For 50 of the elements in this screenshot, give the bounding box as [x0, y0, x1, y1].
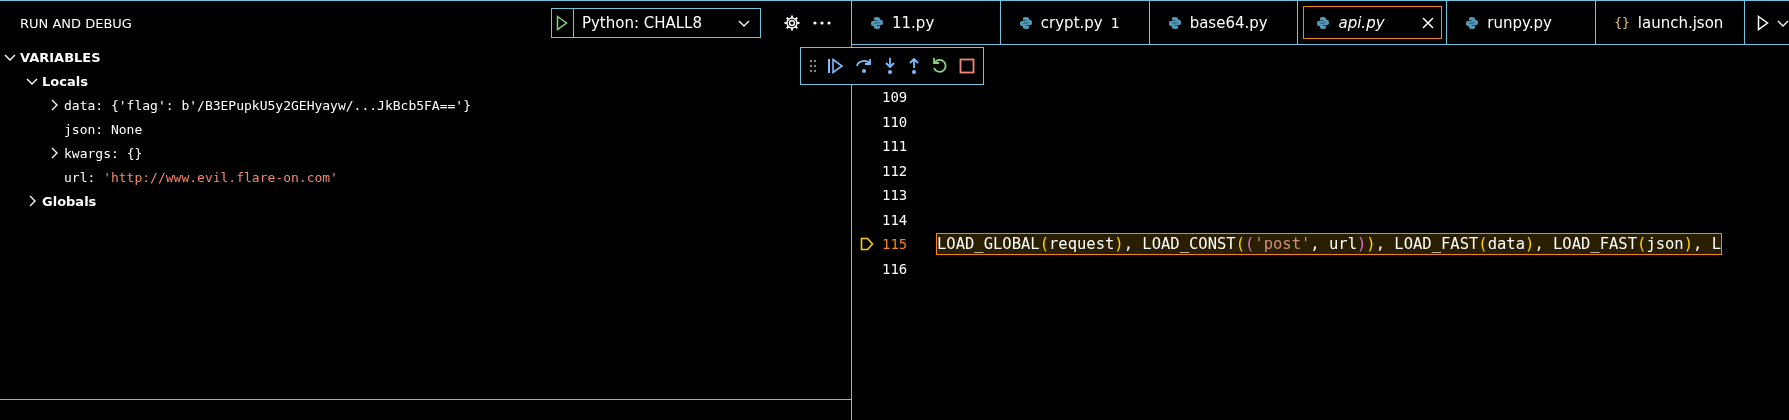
ellipsis-icon: [813, 21, 831, 25]
current-line-pointer-icon: [860, 237, 874, 252]
step-out-button[interactable]: [907, 57, 921, 75]
step-over-icon: [855, 57, 873, 75]
restart-button[interactable]: [931, 57, 949, 75]
python-file-icon: [1465, 15, 1480, 30]
problem-count: 1: [1110, 14, 1120, 31]
json-file-icon: {}: [1614, 15, 1630, 30]
close-icon: [1422, 16, 1435, 29]
editor-tab[interactable]: crypt.py 1: [1000, 1, 1150, 44]
line-number: 109: [882, 89, 909, 106]
line-number: 114: [882, 211, 909, 228]
line-number: 112: [882, 162, 909, 179]
variable-entry: url: 'http://www.evil.flare-on.com': [64, 169, 338, 185]
variable-entry: kwargs: {}: [64, 145, 143, 161]
variable-entry: data: {'flag': b'/B3EPupkU5y2GEHyayw/...JkBcb5FA=='}: [64, 97, 471, 113]
stop-button[interactable]: [959, 58, 975, 74]
drag-handle-icon[interactable]: [809, 59, 817, 73]
arrow-down-icon: [883, 57, 897, 75]
variable-entry: json: None: [64, 121, 143, 137]
python-file-icon: [1018, 15, 1033, 30]
more-actions-button[interactable]: [811, 19, 833, 27]
settings-icon: [783, 14, 801, 32]
continue-icon: [827, 58, 845, 74]
editor-tab[interactable]: {} launch.json: [1596, 1, 1745, 44]
step-into-button[interactable]: [883, 57, 897, 75]
line-number: 116: [882, 260, 909, 277]
line-number: 111: [882, 138, 909, 155]
editor-tab[interactable]: base64.py: [1149, 1, 1299, 44]
line-number: 113: [882, 187, 909, 204]
editor-tab[interactable]: api.py: [1298, 1, 1448, 44]
close-tab-button[interactable]: [1422, 16, 1435, 29]
editor-tab[interactable]: 11.py: [852, 1, 1001, 44]
scope-label: Locals: [42, 73, 88, 89]
play-icon: [1756, 14, 1769, 31]
restart-icon: [931, 57, 949, 75]
continue-button[interactable]: [827, 58, 845, 74]
editor-tab[interactable]: runpy.py: [1447, 1, 1597, 44]
play-icon: [556, 15, 569, 31]
stop-icon: [959, 58, 975, 74]
python-file-icon: [1316, 15, 1331, 30]
scope-label: Globals: [42, 193, 97, 209]
section-title: VARIABLES: [20, 49, 101, 65]
step-over-button[interactable]: [855, 57, 873, 75]
python-file-icon: [1167, 15, 1182, 30]
line-number: 115: [882, 236, 909, 253]
arrow-up-icon: [907, 57, 921, 75]
panel-title: RUN AND DEBUG: [20, 15, 133, 31]
line-number: 110: [882, 113, 909, 130]
python-file-icon: [870, 15, 884, 30]
